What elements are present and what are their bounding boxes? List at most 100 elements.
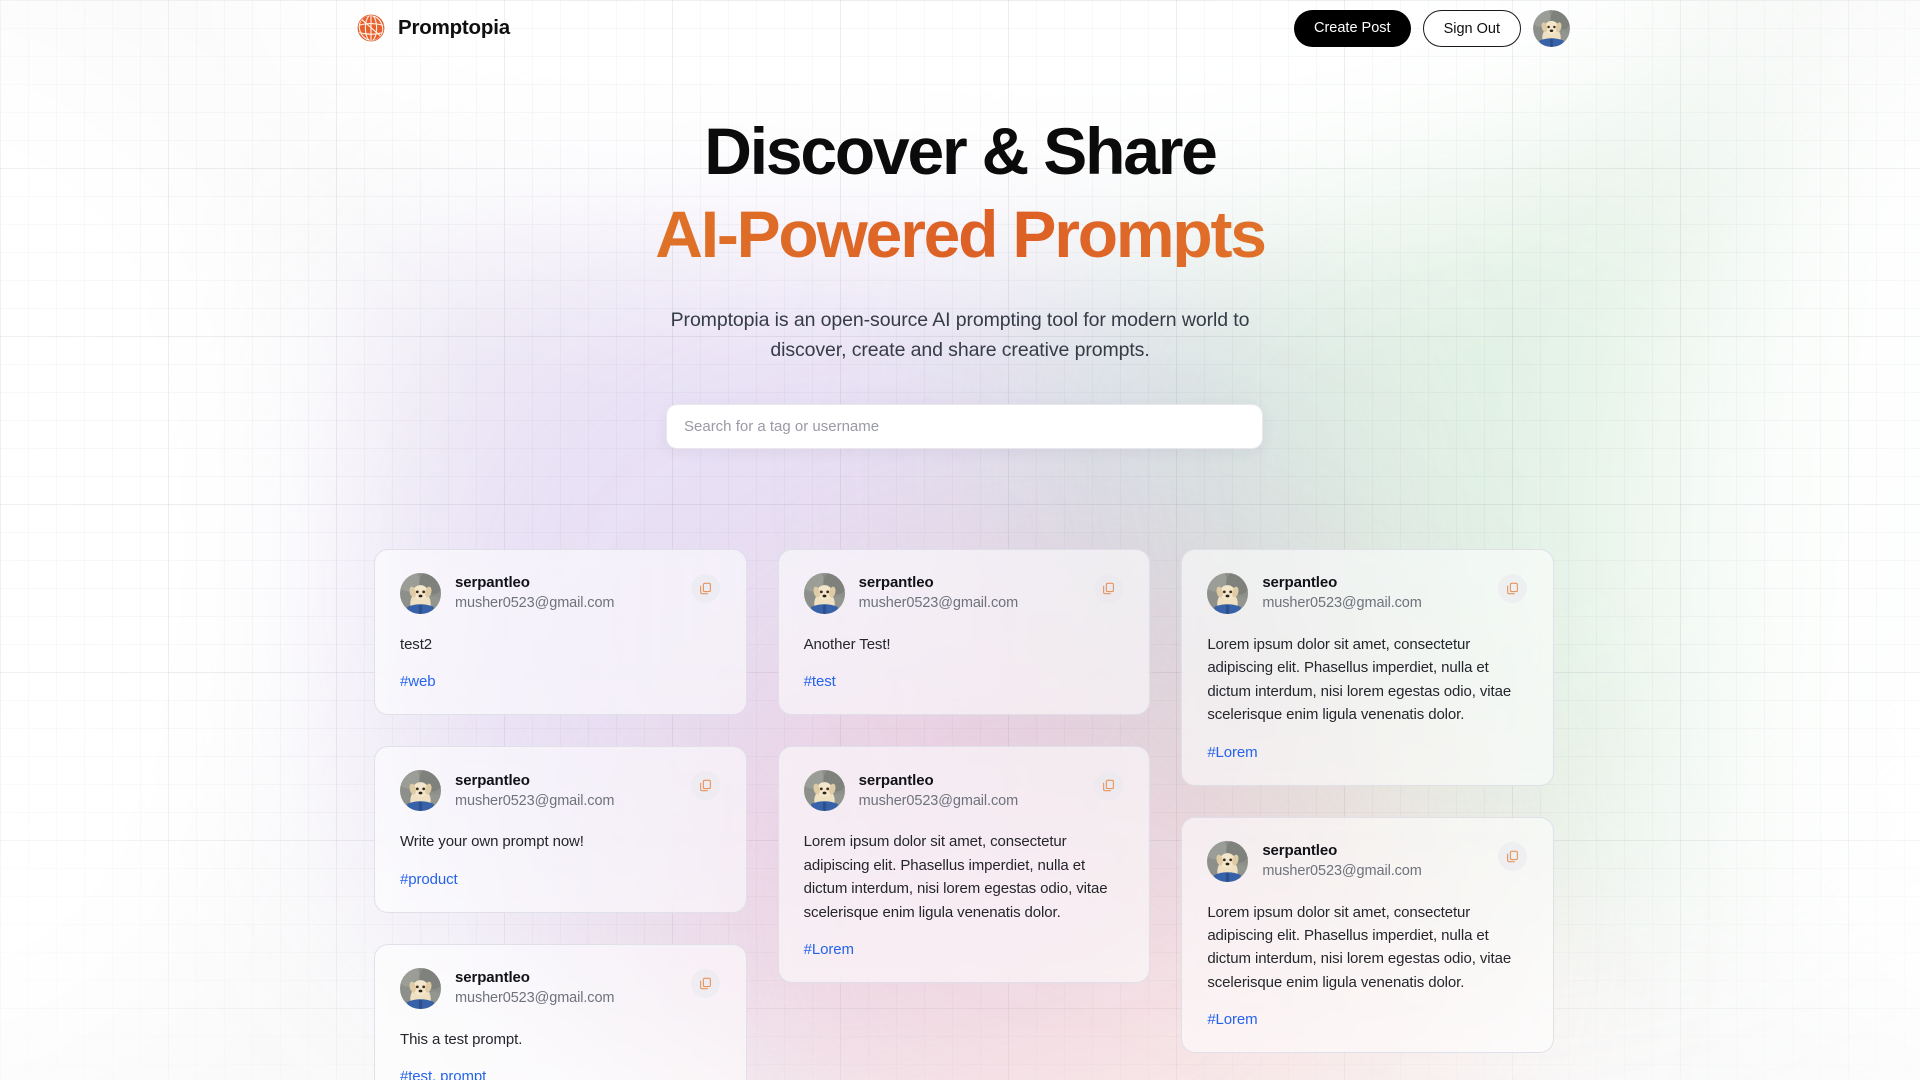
user-avatar-dog-icon: [1207, 840, 1249, 882]
prompt-card-header: serpantleo musher0523@gmail.com: [1207, 840, 1527, 882]
prompt-card-user[interactable]: serpantleo musher0523@gmail.com: [400, 770, 615, 812]
prompt-tag[interactable]: #Lorem: [804, 941, 854, 958]
prompt-text: Lorem ipsum dolor sit amet, consectetur …: [803, 833, 1108, 921]
prompt-tag[interactable]: #test, prompt: [400, 1068, 486, 1080]
prompt-card-header: serpantleo musher0523@gmail.com: [400, 573, 720, 614]
prompt-card-user[interactable]: serpantleo musher0523@gmail.com: [1207, 573, 1422, 614]
prompt-card-header: serpantleo musher0523@gmail.com: [400, 770, 720, 812]
prompt-text: Write your own prompt now!: [400, 833, 584, 851]
prompt-author-avatar: [1207, 840, 1249, 882]
prompt-card-user[interactable]: serpantleo musher0523@gmail.com: [803, 770, 1019, 812]
top-navigation-bar: Promptopia Create Post Sign Out: [355, 0, 1570, 56]
hero-subtitle: Promptopia is an open-source AI promptin…: [670, 309, 1250, 361]
prompt-author-username: serpantleo: [455, 771, 530, 789]
copy-icon: [699, 582, 711, 595]
prompt-author-avatar: [803, 770, 845, 812]
hero-title-line-2: AI-Powered Prompts: [0, 201, 1920, 267]
prompt-author-username: serpantleo: [1262, 841, 1338, 859]
prompt-tag[interactable]: #web: [400, 673, 436, 690]
prompt-author-avatar: [1207, 573, 1249, 614]
prompt-text: Lorem ipsum dolor sit amet, consectetur …: [1207, 903, 1512, 991]
prompt-author-info: serpantleo musher0523@gmail.com: [858, 771, 1019, 811]
prompt-text: test2: [400, 636, 433, 653]
prompt-card-user[interactable]: serpantleo musher0523@gmail.com: [400, 573, 615, 614]
prompt-author-avatar: [803, 573, 845, 614]
globe-sphere-icon: [357, 14, 385, 42]
prompt-card[interactable]: serpantleo musher0523@gmail.com Lorem ip…: [777, 746, 1151, 983]
create-post-button[interactable]: Create Post: [1294, 9, 1411, 47]
brand-name-label: Promptopia: [398, 16, 510, 39]
copy-icon: [699, 780, 711, 792]
nav-actions-group: Create Post Sign Out: [1294, 9, 1570, 47]
prompt-author-info: serpantleo musher0523@gmail.com: [455, 573, 615, 613]
prompt-author-info: serpantleo musher0523@gmail.com: [1262, 573, 1422, 613]
prompt-author-info: serpantleo musher0523@gmail.com: [1262, 841, 1422, 881]
prompt-author-avatar: [400, 770, 441, 812]
prompt-card-header: serpantleo musher0523@gmail.com: [400, 967, 720, 1009]
prompt-card-user[interactable]: serpantleo musher0523@gmail.com: [1207, 840, 1422, 882]
prompt-card-header: serpantleo musher0523@gmail.com: [803, 770, 1124, 812]
sign-out-button[interactable]: Sign Out: [1422, 9, 1521, 47]
prompt-card-user[interactable]: serpantleo musher0523@gmail.com: [803, 573, 1019, 614]
prompt-author-email: musher0523@gmail.com: [858, 792, 1019, 809]
prompt-card[interactable]: serpantleo musher0523@gmail.com Another …: [777, 549, 1151, 716]
copy-prompt-button[interactable]: [1497, 841, 1527, 871]
prompt-feed: serpantleo musher0523@gmail.com test2 #w…: [374, 549, 1554, 1080]
prompt-author-info: serpantleo musher0523@gmail.com: [858, 573, 1019, 613]
user-avatar-dog-icon: [1533, 9, 1570, 47]
page-title: Discover & Share AI-Powered Prompts: [0, 118, 1920, 267]
hero-section: Discover & Share AI-Powered Prompts Prom…: [0, 118, 1920, 365]
user-avatar-dog-icon: [803, 573, 845, 614]
prompt-tag[interactable]: #Lorem: [1207, 744, 1257, 761]
prompt-author-email: musher0523@gmail.com: [455, 792, 615, 809]
prompt-text: Another Test!: [803, 636, 891, 653]
copy-prompt-button[interactable]: [690, 771, 720, 801]
prompt-card-header: serpantleo musher0523@gmail.com: [1207, 573, 1527, 614]
user-avatar-dog-icon: [400, 967, 441, 1009]
prompt-card[interactable]: serpantleo musher0523@gmail.com Lorem ip…: [1181, 549, 1554, 786]
copy-icon: [699, 977, 711, 990]
brand-home-link[interactable]: Promptopia: [355, 12, 510, 44]
user-avatar-dog-icon: [400, 573, 441, 614]
user-avatar-dog-icon: [1207, 573, 1249, 614]
profile-avatar[interactable]: [1533, 9, 1570, 47]
prompt-tag[interactable]: #product: [400, 871, 458, 888]
search-input[interactable]: [666, 404, 1263, 449]
prompt-author-avatar: [400, 573, 441, 614]
copy-icon: [1507, 582, 1518, 595]
prompt-card[interactable]: serpantleo musher0523@gmail.com test2 #w…: [374, 549, 747, 716]
prompt-tag[interactable]: #test: [804, 673, 836, 690]
prompt-card[interactable]: serpantleo musher0523@gmail.com Lorem ip…: [1181, 816, 1554, 1054]
prompt-text: This a test prompt.: [400, 1030, 523, 1048]
copy-prompt-button[interactable]: [1094, 771, 1124, 801]
user-avatar-dog-icon: [400, 770, 441, 812]
copy-icon: [1103, 582, 1115, 595]
page-root: Promptopia Create Post Sign Out Discover…: [0, 0, 1920, 1080]
copy-icon: [1103, 780, 1115, 792]
prompt-tag[interactable]: #Lorem: [1207, 1011, 1257, 1028]
copy-prompt-button[interactable]: [1497, 574, 1527, 603]
prompt-author-email: musher0523@gmail.com: [858, 595, 1019, 612]
prompt-card[interactable]: serpantleo musher0523@gmail.com This a t…: [374, 943, 747, 1080]
copy-prompt-button[interactable]: [1094, 574, 1124, 603]
search-bar: [666, 404, 1263, 449]
prompt-card-user[interactable]: serpantleo musher0523@gmail.com: [400, 967, 615, 1009]
prompt-author-info: serpantleo musher0523@gmail.com: [455, 771, 615, 811]
prompt-author-info: serpantleo musher0523@gmail.com: [455, 968, 615, 1008]
prompt-author-avatar: [400, 967, 441, 1009]
prompt-card-header: serpantleo musher0523@gmail.com: [803, 573, 1124, 614]
prompt-author-email: musher0523@gmail.com: [1262, 595, 1422, 612]
prompt-author-email: musher0523@gmail.com: [455, 989, 615, 1006]
prompt-author-username: serpantleo: [455, 969, 530, 987]
user-avatar-dog-icon: [803, 770, 845, 812]
prompt-author-email: musher0523@gmail.com: [1262, 862, 1422, 879]
prompt-author-username: serpantleo: [858, 771, 934, 789]
prompt-card[interactable]: serpantleo musher0523@gmail.com Write yo…: [374, 746, 747, 913]
prompt-author-username: serpantleo: [455, 574, 530, 592]
copy-prompt-button[interactable]: [690, 968, 720, 998]
copy-prompt-button[interactable]: [690, 574, 720, 603]
prompt-text: Lorem ipsum dolor sit amet, consectetur …: [1207, 636, 1512, 724]
prompt-author-email: musher0523@gmail.com: [455, 595, 615, 612]
copy-icon: [1507, 850, 1518, 862]
hero-title-line-1: Discover & Share: [704, 114, 1218, 188]
